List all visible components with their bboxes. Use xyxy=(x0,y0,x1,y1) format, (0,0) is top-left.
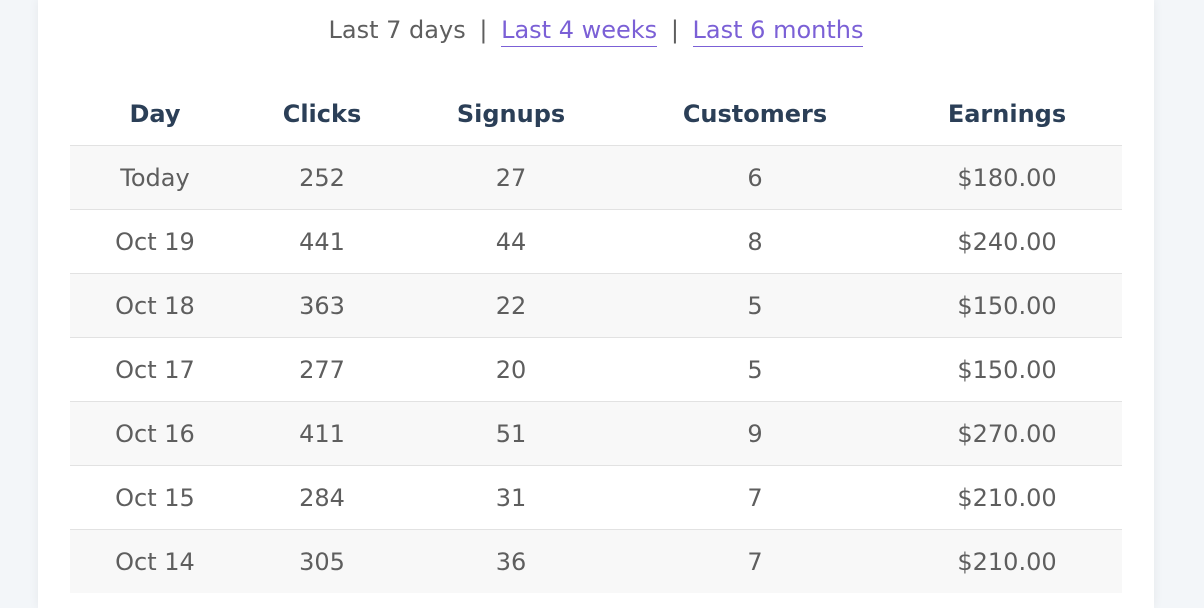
cell-day: Oct 16 xyxy=(70,401,240,466)
cell-signups: 51 xyxy=(404,401,618,466)
cell-day: Oct 15 xyxy=(70,465,240,530)
stats-card: Last 7 days | Last 4 weeks | Last 6 mont… xyxy=(38,0,1154,608)
cell-earnings: $180.00 xyxy=(892,145,1122,210)
cell-signups: 36 xyxy=(404,529,618,593)
cell-day: Oct 14 xyxy=(70,529,240,593)
cell-customers: 7 xyxy=(618,529,892,593)
cell-clicks: 411 xyxy=(240,401,404,466)
cell-customers: 5 xyxy=(618,273,892,338)
cell-earnings: $210.00 xyxy=(892,529,1122,593)
cell-signups: 31 xyxy=(404,465,618,530)
cell-day: Oct 17 xyxy=(70,337,240,402)
range-link-last-6-months[interactable]: Last 6 months xyxy=(692,16,864,47)
cell-customers: 5 xyxy=(618,337,892,402)
range-separator: | xyxy=(479,16,488,44)
range-separator: | xyxy=(670,16,679,44)
table-row: Oct 19 441 44 8 $240.00 xyxy=(70,209,1122,274)
cell-signups: 44 xyxy=(404,209,618,274)
column-header-day: Day xyxy=(129,99,181,128)
column-header-customers: Customers xyxy=(682,99,828,128)
cell-customers: 6 xyxy=(618,145,892,210)
range-last-7-days: Last 7 days xyxy=(328,16,466,44)
table-row: Today 252 27 6 $180.00 xyxy=(70,145,1122,210)
cell-earnings: $210.00 xyxy=(892,465,1122,530)
cell-clicks: 363 xyxy=(240,273,404,338)
cell-customers: 8 xyxy=(618,209,892,274)
cell-signups: 20 xyxy=(404,337,618,402)
table-row: Oct 15 284 31 7 $210.00 xyxy=(70,465,1122,530)
table-row: Oct 14 305 36 7 $210.00 xyxy=(70,529,1122,593)
range-link-last-4-weeks[interactable]: Last 4 weeks xyxy=(501,16,658,47)
cell-day: Oct 19 xyxy=(70,209,240,274)
column-header-signups: Signups xyxy=(456,99,566,128)
cell-customers: 7 xyxy=(618,465,892,530)
cell-signups: 27 xyxy=(404,145,618,210)
column-header-clicks: Clicks xyxy=(282,99,362,128)
date-range-selector: Last 7 days | Last 4 weeks | Last 6 mont… xyxy=(38,12,1154,48)
table-row: Oct 16 411 51 9 $270.00 xyxy=(70,401,1122,466)
cell-earnings: $150.00 xyxy=(892,273,1122,338)
cell-day: Oct 18 xyxy=(70,273,240,338)
cell-customers: 9 xyxy=(618,401,892,466)
table-row: Oct 18 363 22 5 $150.00 xyxy=(70,273,1122,338)
table-header-row: Day Clicks Signups Customers Earnings xyxy=(70,82,1122,146)
cell-clicks: 441 xyxy=(240,209,404,274)
column-header-earnings: Earnings xyxy=(947,99,1067,128)
cell-earnings: $240.00 xyxy=(892,209,1122,274)
cell-signups: 22 xyxy=(404,273,618,338)
table-row: Oct 17 277 20 5 $150.00 xyxy=(70,337,1122,402)
table-body: Today 252 27 6 $180.00 Oct 19 441 44 8 $240.00 Oct… xyxy=(70,145,1122,593)
stats-table: Day Clicks Signups Customers Earnings To… xyxy=(70,82,1122,593)
cell-day: Today xyxy=(70,145,240,210)
cell-earnings: $150.00 xyxy=(892,337,1122,402)
cell-clicks: 305 xyxy=(240,529,404,593)
cell-clicks: 284 xyxy=(240,465,404,530)
cell-clicks: 252 xyxy=(240,145,404,210)
cell-clicks: 277 xyxy=(240,337,404,402)
cell-earnings: $270.00 xyxy=(892,401,1122,466)
